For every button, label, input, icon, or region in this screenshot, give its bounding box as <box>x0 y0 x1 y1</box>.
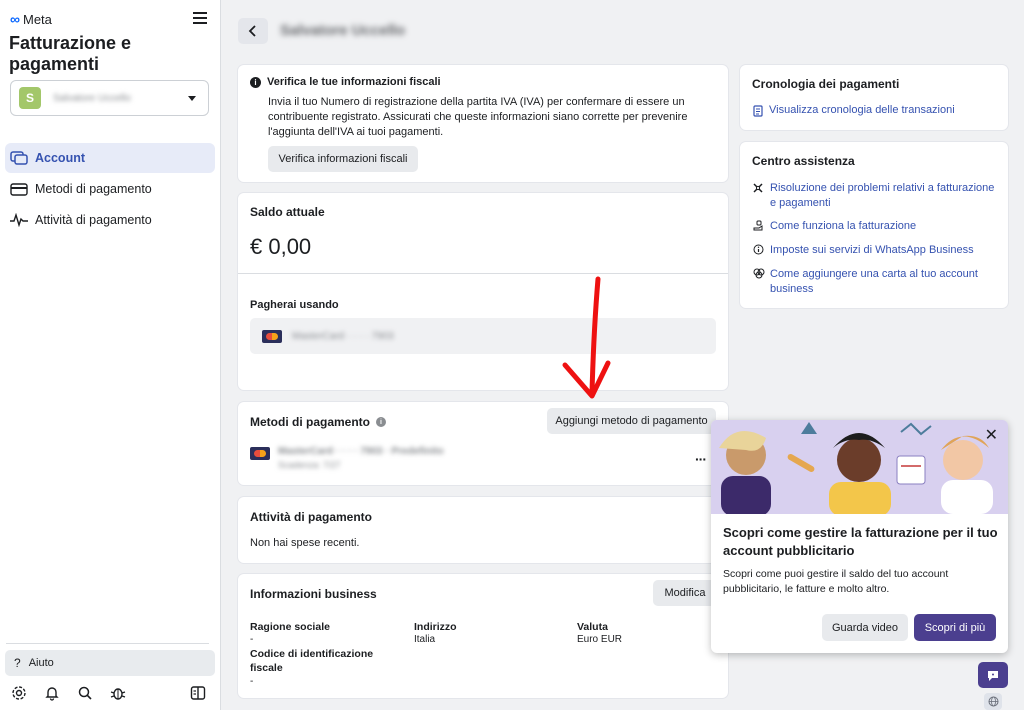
company-name-label: Ragione sociale <box>250 621 330 633</box>
tax-id-label: Codice di identificazione fiscale <box>250 648 374 674</box>
hamburger-menu-icon[interactable] <box>193 12 207 24</box>
card-line: MasterCard · · · · 7903 · Predefinito <box>278 446 444 457</box>
pay-using-label: Pagherai usando <box>250 299 339 311</box>
tax-card-body: Invia il tuo Numero di registrazione del… <box>268 96 688 138</box>
help-center-card: Centro assistenza Risoluzione dei proble… <box>740 142 1008 308</box>
help-link-add-card[interactable]: Come aggiungere una carta al tuo account… <box>770 267 1002 297</box>
bug-icon[interactable] <box>109 684 127 702</box>
back-button[interactable] <box>238 18 268 44</box>
meta-infinity-icon: ∞ <box>10 11 20 27</box>
help-label: Aiuto <box>28 657 54 669</box>
help-link-troubleshooting[interactable]: Risoluzione dei problemi relativi a fatt… <box>770 181 1002 211</box>
transaction-history-link[interactable]: Visualizza cronologia delle transazioni <box>769 103 955 118</box>
verify-tax-button[interactable]: Verifica informazioni fiscali <box>268 146 418 172</box>
more-options-icon[interactable]: ··· <box>695 451 707 467</box>
sidebar-item-payment-activity[interactable]: Attività di pagamento <box>5 205 215 235</box>
help-link-row[interactable]: Come funziona la fatturazione <box>753 219 1003 234</box>
balance-title: Saldo attuale <box>250 205 325 219</box>
business-info-card: Informazioni business Modifica Ragione s… <box>238 574 728 698</box>
chevron-down-icon <box>188 96 196 101</box>
help-button[interactable]: ? Aiuto <box>5 650 215 676</box>
payment-activity-card: Attività di pagamento Non hai spese rece… <box>238 497 728 563</box>
activity-icon <box>9 212 29 228</box>
question-icon: ? <box>14 656 21 670</box>
help-link-row[interactable]: Risoluzione dei problemi relativi a fatt… <box>753 181 1003 211</box>
payment-history-title: Cronologia dei pagamenti <box>752 77 900 91</box>
billing-tips-popup: ✕ Scopri come gestire la fatturazione pe… <box>711 420 1008 653</box>
add-payment-method-button[interactable]: Aggiungi metodo di pagamento <box>547 408 716 434</box>
sidebar-item-account[interactable]: Account <box>5 143 215 173</box>
company-name-value: - <box>250 634 254 645</box>
tax-id-value: - <box>250 676 254 687</box>
address-label: Indirizzo <box>414 621 457 633</box>
info-icon: i <box>250 76 261 88</box>
payment-methods-title: Metodi di pagamento <box>250 415 370 429</box>
sidebar-item-label: Account <box>35 151 85 165</box>
help-link-row[interactable]: Imposte sui servizi di WhatsApp Business <box>753 243 1003 258</box>
document-icon <box>753 104 763 117</box>
chat-icon <box>988 670 998 681</box>
cards-icon <box>753 268 765 297</box>
payment-methods-card: Metodi di pagamento i Aggiungi metodo di… <box>238 402 728 485</box>
info-icon[interactable]: i <box>376 417 386 427</box>
search-icon[interactable] <box>76 684 94 702</box>
globe-icon[interactable] <box>984 693 1002 710</box>
chevron-left-icon <box>248 25 256 37</box>
mastercard-icon <box>250 447 270 460</box>
card-expiry: Scadenza: 7/27 <box>278 460 341 470</box>
currency-label: Valuta <box>577 621 608 633</box>
help-center-title: Centro assistenza <box>752 154 855 168</box>
info-circle-icon <box>753 244 764 258</box>
divider <box>238 273 728 274</box>
payment-history-card: Cronologia dei pagamenti Visualizza cron… <box>740 65 1008 130</box>
divider <box>6 643 209 644</box>
credit-card-icon <box>9 181 29 197</box>
watch-video-button[interactable]: Guarda video <box>822 614 908 641</box>
illustration <box>711 420 1008 516</box>
edit-button[interactable]: Modifica <box>653 580 717 606</box>
bell-icon[interactable] <box>43 684 61 702</box>
mastercard-icon <box>262 329 282 343</box>
sidebar-item-label: Attività di pagamento <box>35 213 152 227</box>
sidebar-item-label: Metodi di pagamento <box>35 182 152 196</box>
no-spend-text: Non hai spese recenti. <box>250 537 360 549</box>
help-link-row[interactable]: Come aggiungere una carta al tuo account… <box>753 267 1003 297</box>
account-name: Salvatore Uccello <box>53 92 131 104</box>
learn-more-button[interactable]: Scopri di più <box>914 614 996 641</box>
popup-title: Scopri come gestire la fatturazione per … <box>723 525 998 558</box>
balance-amount: € 0,00 <box>250 234 312 259</box>
meta-logo[interactable]: ∞ Meta <box>10 11 52 27</box>
help-link-whatsapp-taxes[interactable]: Imposte sui servizi di WhatsApp Business <box>770 243 974 258</box>
masked-card: MasterCard · · · · 7903 <box>292 330 394 342</box>
tax-card-title: Verifica le tue informazioni fiscali <box>267 76 441 88</box>
payment-source-row[interactable]: MasterCard · · · · 7903 <box>250 318 716 354</box>
gear-icon[interactable] <box>10 684 28 702</box>
meta-logo-text: Meta <box>22 11 52 27</box>
bottom-toolbar <box>10 684 210 702</box>
help-link-billing[interactable]: Come funziona la fatturazione <box>770 219 916 234</box>
business-info-title: Informazioni business <box>250 587 377 601</box>
close-icon[interactable]: ✕ <box>985 428 998 444</box>
payment-activity-title: Attività di pagamento <box>250 510 373 524</box>
tax-info-card: i Verifica le tue informazioni fiscali I… <box>238 65 728 182</box>
header-account-name: Salvatore Uccello <box>280 22 406 39</box>
account-selector[interactable]: S Salvatore Uccello <box>10 80 209 116</box>
panel-toggle-icon[interactable] <box>189 684 207 702</box>
tools-icon <box>753 182 764 211</box>
balance-card: Saldo attuale € 0,00 Pagherai usando Mas… <box>238 193 728 390</box>
popup-description: Scopri come puoi gestire il saldo del tu… <box>723 568 949 595</box>
avatar: S <box>19 87 41 109</box>
chat-button[interactable] <box>978 662 1008 688</box>
billing-hand-icon <box>753 220 764 234</box>
address-value: Italia <box>414 634 436 645</box>
page-title: Fatturazione e pagamenti <box>9 33 132 74</box>
account-icon <box>9 150 29 166</box>
sidebar-item-payment-methods[interactable]: Metodi di pagamento <box>5 174 215 204</box>
sidebar: ∞ Meta Fatturazione e pagamenti S Salvat… <box>0 0 221 710</box>
red-arrow-annotation <box>562 276 611 399</box>
currency-value: Euro EUR <box>577 634 623 645</box>
